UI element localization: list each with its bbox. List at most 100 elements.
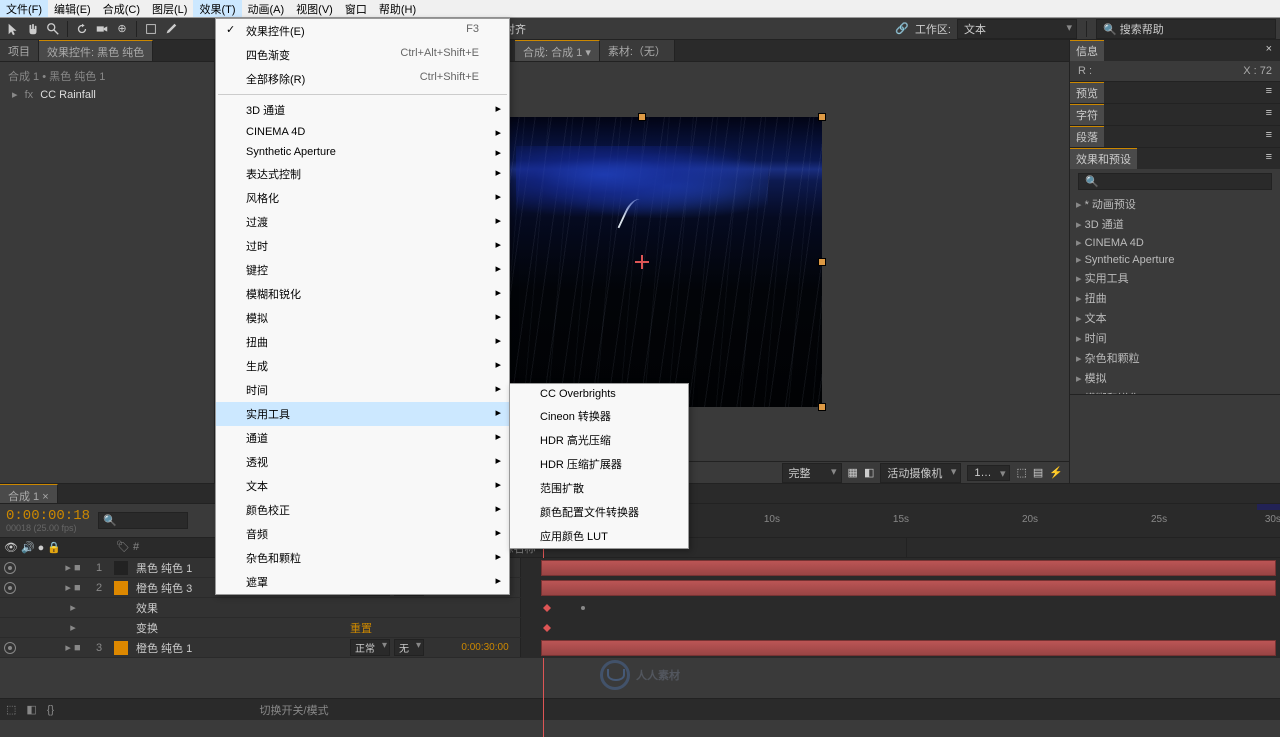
current-timecode[interactable]: 0:00:00:18 [6,508,90,524]
mask-icon[interactable]: ◧ [864,466,874,479]
rect-tool[interactable] [142,20,160,38]
preset-item[interactable]: * 动画预设 [1070,194,1280,214]
keyframe-icon[interactable] [543,604,551,612]
submenu-item[interactable]: 颜色配置文件转换器 [510,500,688,524]
menu-item[interactable]: 表达式控制 [216,162,509,186]
camera-tool[interactable] [93,20,111,38]
menu-item[interactable]: 文本 [216,474,509,498]
solo-column-icon[interactable]: ● [38,542,45,554]
menu-item[interactable]: 时间 [216,378,509,402]
resolution-dropdown[interactable]: 完整 [782,463,842,483]
handle-tm[interactable] [638,113,646,121]
track-matte-dropdown[interactable]: 无 [394,639,424,656]
submenu-item[interactable]: 应用颜色 LUT [510,524,688,548]
menu-item[interactable]: 生成 [216,354,509,378]
timeline-layer[interactable]: ▸效果 [0,598,1280,618]
menu-help[interactable]: 帮助(H) [373,0,422,17]
menu-item[interactable]: 3D 通道 [216,98,509,122]
menu-item[interactable]: 模糊和锐化 [216,282,509,306]
eye-icon[interactable] [4,642,16,654]
menu-item[interactable]: 四色渐变Ctrl+Alt+Shift+E [216,43,509,67]
hand-tool[interactable] [24,20,42,38]
views-dropdown[interactable]: 1… [967,465,1010,481]
layer-color-swatch[interactable] [114,561,128,575]
preset-item[interactable]: 杂色和颗粒 [1070,348,1280,368]
viewer-opt-2-icon[interactable]: ▤ [1033,466,1043,479]
camera-dropdown[interactable]: 活动摄像机 [880,463,961,483]
menu-window[interactable]: 窗口 [339,0,373,17]
preset-item[interactable]: Synthetic Aperture [1070,251,1280,268]
workspace-dropdown[interactable]: 文本 [957,19,1077,39]
preset-item[interactable]: 扭曲 [1070,288,1280,308]
zoom-tool[interactable] [44,20,62,38]
anchor-tool[interactable]: ⊕ [113,20,131,38]
eye-column-icon[interactable]: 👁 [4,541,18,554]
layer-duration-bar[interactable] [541,640,1276,656]
viewer-opt-1-icon[interactable]: ⬚ [1016,466,1026,479]
timeline-layer[interactable]: ▸变换重置 [0,618,1280,638]
panel-paragraph[interactable]: 段落 [1070,126,1104,147]
help-search[interactable]: 🔍 搜索帮助 [1096,19,1276,39]
menu-layer[interactable]: 图层(L) [146,0,193,17]
menu-item[interactable]: 遮罩 [216,570,509,594]
selection-tool[interactable] [4,20,22,38]
menu-item[interactable]: 全部移除(R)Ctrl+Shift+E [216,67,509,91]
layer-name[interactable]: 效果 [132,600,350,616]
rotation-tool[interactable] [73,20,91,38]
timeline-layer[interactable]: ▸ ■1黑色 纯色 1 [0,558,1280,578]
timeline-layer[interactable]: ▸ ■2橙色 纯色 3正常无0:00:30:00 [0,578,1280,598]
tab-composition-view[interactable]: 合成: 合成 1 ▾ [515,40,600,61]
audio-column-icon[interactable]: 🔊 [21,541,35,554]
panel-character[interactable]: 字符 [1070,104,1104,125]
pen-tool[interactable] [162,20,180,38]
eye-icon[interactable] [4,562,16,574]
menu-item[interactable]: 通道 [216,426,509,450]
reset-link[interactable]: 重置 [350,620,372,636]
preset-item[interactable]: 文本 [1070,308,1280,328]
menu-item[interactable]: 键控 [216,258,509,282]
link-icon[interactable]: 🔗 [895,22,909,35]
timeline-tab-comp1[interactable]: 合成 1 × [0,484,58,503]
menu-item[interactable]: 过渡 [216,210,509,234]
layer-name[interactable]: 橙色 纯色 1 [132,640,350,656]
menu-item[interactable]: 模拟 [216,306,509,330]
menu-file[interactable]: 文件(F) [0,0,48,17]
timeline-search[interactable]: 🔍 [98,512,188,529]
preset-item[interactable]: 模拟 [1070,368,1280,388]
menu-item[interactable]: CINEMA 4D [216,122,509,142]
viewer-opt-3-icon[interactable]: ⚡ [1049,466,1063,479]
submenu-item[interactable]: HDR 压缩扩展器 [510,452,688,476]
panel-info[interactable]: 信息 [1070,40,1104,61]
tab-footage[interactable]: 素材:（无） [600,40,675,61]
menu-item[interactable]: 风格化 [216,186,509,210]
toggle-brackets-icon[interactable]: {} [47,704,54,716]
layer-duration-bar[interactable] [541,560,1276,576]
menu-item[interactable]: 透视 [216,450,509,474]
menu-item[interactable]: Synthetic Aperture [216,142,509,162]
effect-cc-rainfall[interactable]: fx CC Rainfall [4,86,210,103]
menu-item[interactable]: 杂色和颗粒 [216,546,509,570]
menu-edit[interactable]: 编辑(E) [48,0,97,17]
menu-item[interactable]: 实用工具 [216,402,509,426]
menu-item[interactable]: 过时 [216,234,509,258]
submenu-item[interactable]: HDR 高光压缩 [510,428,688,452]
preset-item[interactable]: 模糊和锐化 [1070,388,1280,394]
submenu-item[interactable]: 范围扩散 [510,476,688,500]
layer-duration-bar[interactable] [541,580,1276,596]
submenu-item[interactable]: Cineon 转换器 [510,404,688,428]
toggle-modes-icon[interactable]: ◧ [26,703,36,716]
panel-preview[interactable]: 预览 [1070,82,1104,103]
handle-mr[interactable] [818,258,826,266]
handle-tr[interactable] [818,113,826,121]
toggle-switches-label[interactable]: 切换开关/模式 [64,702,524,718]
handle-br[interactable] [818,403,826,411]
preset-item[interactable]: 时间 [1070,328,1280,348]
menu-item[interactable]: 效果控件(E)F3 [216,19,509,43]
lock-column-icon[interactable]: 🔒 [47,541,61,554]
keyframe-icon[interactable] [543,624,551,632]
menu-composition[interactable]: 合成(C) [97,0,146,17]
presets-search[interactable]: 🔍 [1078,173,1272,190]
preset-item[interactable]: 3D 通道 [1070,214,1280,234]
layer-name[interactable]: 变换 [132,620,350,636]
layer-color-swatch[interactable] [114,641,128,655]
